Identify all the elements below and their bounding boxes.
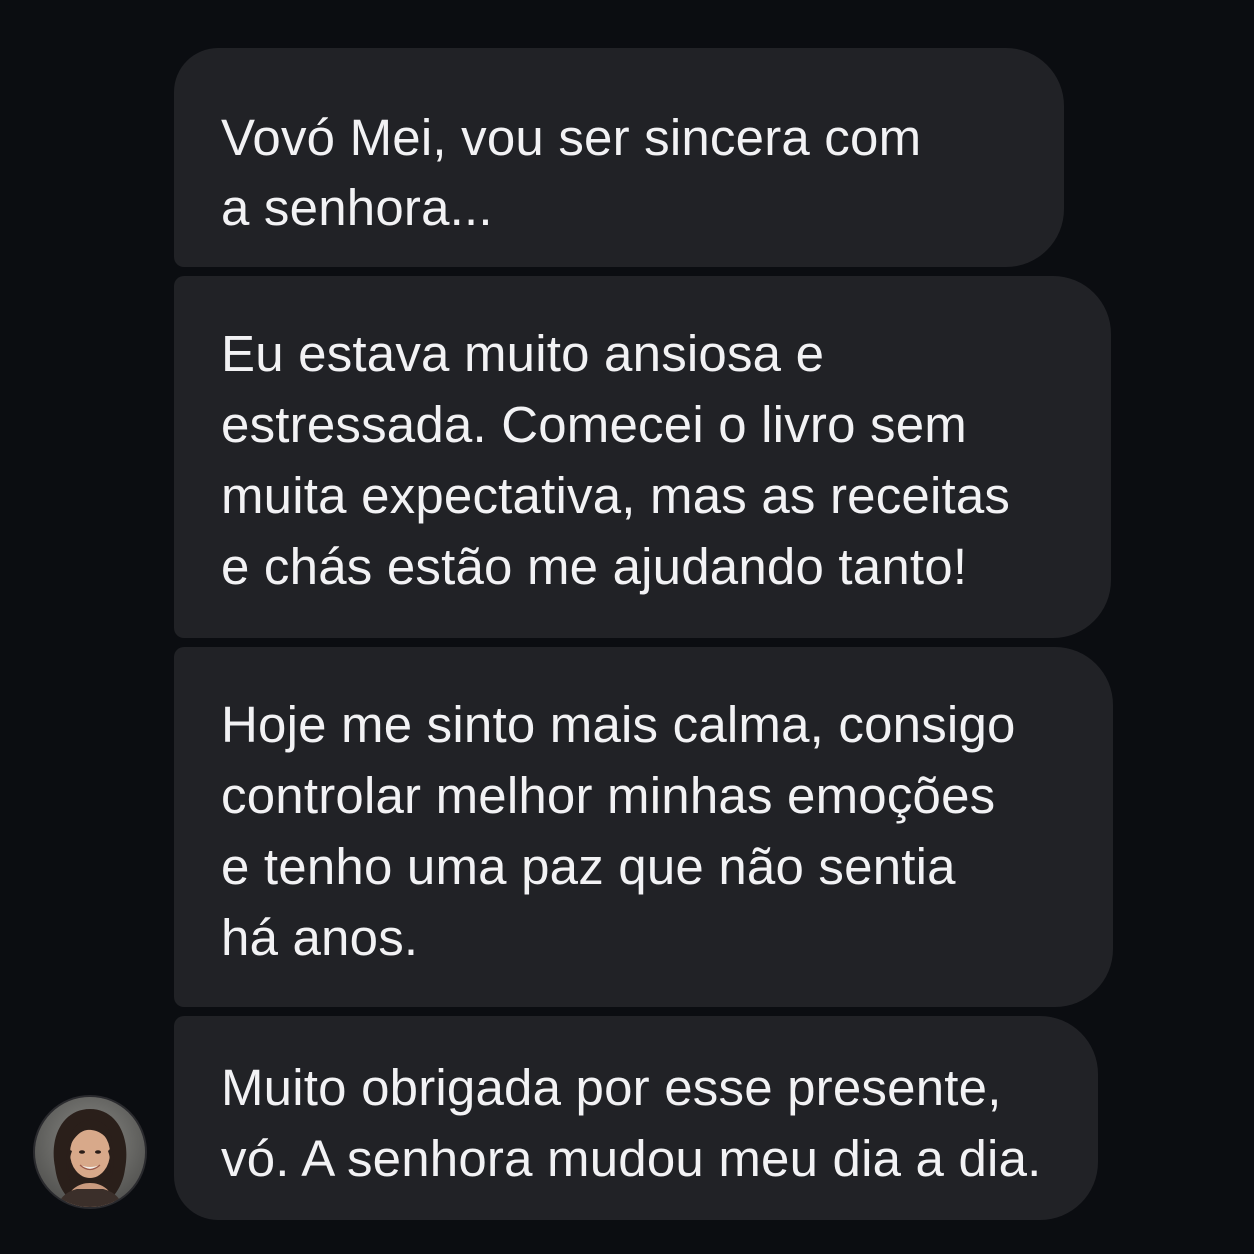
message-line: controlar melhor minhas emoções <box>221 767 996 824</box>
message-line: a senhora... <box>221 179 493 236</box>
message-bubble-2[interactable]: Eu estava muito ansiosa e estressada. Co… <box>174 276 1111 638</box>
message-line: há anos. <box>221 909 419 966</box>
message-bubble-3[interactable]: Hoje me sinto mais calma, consigo contro… <box>174 647 1113 1007</box>
message-bubble-4[interactable]: Muito obrigada por esse presente, vó. A … <box>174 1016 1098 1220</box>
chat-screen: Vovó Mei, vou ser sincera com a senhora.… <box>0 0 1254 1254</box>
message-text: Hoje me sinto mais calma, consigo contro… <box>221 647 1113 973</box>
message-line: Hoje me sinto mais calma, consigo <box>221 696 1016 753</box>
message-line: Vovó Mei, vou ser sincera com <box>221 109 922 166</box>
message-line: vó. A senhora mudou meu dia a dia. <box>221 1130 1042 1187</box>
message-line: muita expectativa, mas as receitas <box>221 467 1011 524</box>
user-avatar-photo-icon <box>35 1097 145 1207</box>
message-line: e chás estão me ajudando tanto! <box>221 538 968 595</box>
message-line: estressada. Comecei o livro sem <box>221 396 967 453</box>
message-text: Muito obrigada por esse presente, vó. A … <box>221 1016 1098 1194</box>
message-line: Muito obrigada por esse presente, <box>221 1059 1002 1116</box>
message-bubble-1[interactable]: Vovó Mei, vou ser sincera com a senhora.… <box>174 48 1064 267</box>
message-text: Eu estava muito ansiosa e estressada. Co… <box>221 276 1111 602</box>
message-line: Eu estava muito ansiosa e <box>221 325 825 382</box>
message-text: Vovó Mei, vou ser sincera com a senhora.… <box>221 103 1064 243</box>
sender-avatar[interactable] <box>33 1095 147 1209</box>
message-line: e tenho uma paz que não sentia <box>221 838 956 895</box>
